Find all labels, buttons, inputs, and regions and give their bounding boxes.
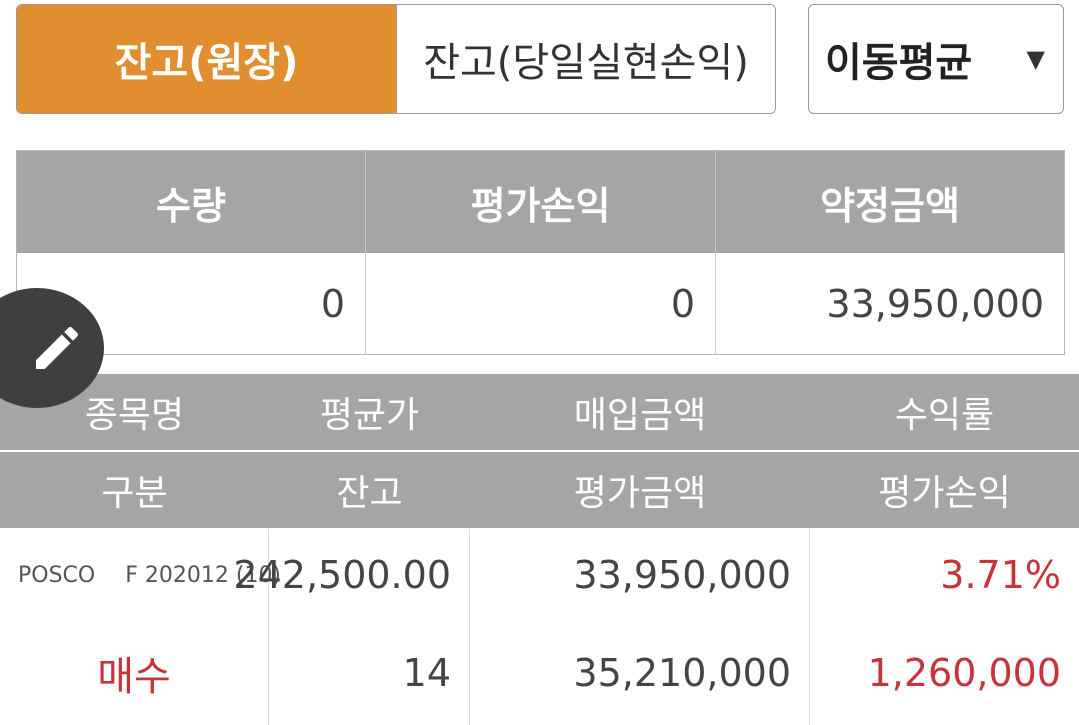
holding-col-return: 3.71% 1,260,000	[810, 529, 1079, 725]
holdings-header-eval-amount: 평가금액	[573, 473, 707, 514]
holdings-header-return-rate: 수익률	[894, 395, 995, 436]
balance-screen: 잔고(원장) 잔고(당일실현손익) 이동평균 ▼ 수량 평가손익 약정금액 0 …	[0, 0, 1079, 725]
tab-realized-pnl-label: 잔고(당일실현손익)	[423, 40, 749, 86]
holding-col-price: 242,500.00 14	[233, 529, 470, 725]
dropdown-arrow-icon: ▼	[1026, 45, 1045, 73]
valuation-method-value: 이동평균	[825, 40, 973, 86]
summary-value-row: 0 0 33,950,000	[17, 253, 1064, 354]
holding-col-name: POSCO F 202012 (10) 매수	[0, 529, 281, 725]
holding-avg-price: 242,500.00	[233, 553, 451, 597]
summary-header-contract-amount: 약정금액	[820, 183, 960, 228]
holding-name: POSCO	[18, 562, 96, 588]
holding-side: 매수	[97, 654, 171, 700]
holding-eval-pnl: 1,260,000	[867, 651, 1061, 695]
holdings-header-avg-price: 평균가	[319, 395, 420, 436]
holdings-header-side: 구분	[101, 473, 168, 514]
holdings-header-balance: 잔고	[336, 473, 403, 514]
holding-name-cell: POSCO F 202012 (10)	[0, 529, 281, 621]
holding-row[interactable]: POSCO F 202012 (10) 매수 242,500.00 14 33,…	[0, 529, 1079, 725]
summary-header-quantity: 수량	[17, 151, 366, 253]
holding-balance: 14	[402, 651, 451, 695]
holdings-header-eval-pnl: 평가손익	[878, 473, 1011, 514]
tab-balance-ledger[interactable]: 잔고(원장)	[17, 5, 396, 113]
holding-eval-amount: 35,210,000	[573, 651, 791, 695]
summary-contract-amount-value: 33,950,000	[826, 281, 1044, 326]
summary-header-eval-pnl: 평가손익	[366, 151, 716, 253]
summary-header-row: 수량 평가손익 약정금액	[17, 151, 1064, 253]
holdings-header-row-2: 구분 잔고 평가금액 평가손익	[0, 452, 1079, 528]
summary-eval-pnl-value: 0	[366, 253, 716, 354]
summary-table: 수량 평가손익 약정금액 0 0 33,950,000	[16, 150, 1065, 355]
holdings-header-row-1: 종목명 평균가 매입금액 수익률	[0, 374, 1079, 450]
holding-col-amount: 33,950,000 35,210,000	[470, 529, 810, 725]
tab-balance-ledger-label: 잔고(원장)	[114, 40, 299, 86]
holding-buy-amount: 33,950,000	[573, 553, 791, 597]
holdings-header-buy-amount: 매입금액	[573, 395, 707, 436]
balance-tab-group: 잔고(원장) 잔고(당일실현손익)	[16, 4, 776, 114]
valuation-method-select[interactable]: 이동평균 ▼	[808, 4, 1064, 114]
pencil-icon	[36, 326, 79, 369]
holding-return-rate: 3.71%	[940, 553, 1061, 597]
tab-realized-pnl[interactable]: 잔고(당일실현손익)	[396, 5, 775, 113]
